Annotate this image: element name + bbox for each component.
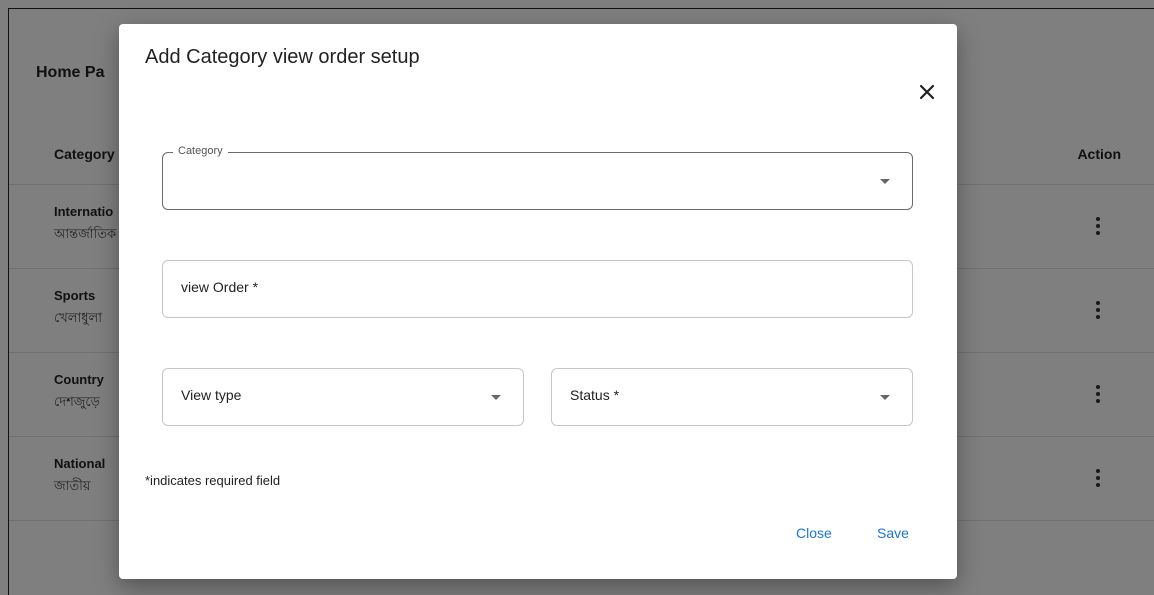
category-select[interactable]: Category bbox=[162, 145, 913, 210]
close-button[interactable]: Close bbox=[796, 525, 832, 541]
save-button[interactable]: Save bbox=[877, 525, 909, 541]
dialog-title: Add Category view order setup bbox=[145, 46, 420, 68]
chevron-down-icon bbox=[491, 395, 501, 400]
view-type-label: View type bbox=[181, 387, 242, 403]
view-order-input[interactable]: view Order * bbox=[162, 260, 913, 318]
view-type-select[interactable]: View type bbox=[162, 368, 524, 426]
add-category-dialog: Add Category view order setup Category v… bbox=[119, 24, 957, 579]
category-select-legend: Category bbox=[173, 145, 228, 157]
required-field-note: *indicates required field bbox=[145, 473, 281, 488]
view-order-label: view Order * bbox=[181, 279, 259, 295]
chevron-down-icon bbox=[880, 179, 890, 184]
close-icon[interactable] bbox=[917, 82, 937, 102]
status-label: Status * bbox=[570, 387, 620, 403]
chevron-down-icon bbox=[880, 395, 890, 400]
status-select[interactable]: Status * bbox=[551, 368, 913, 426]
